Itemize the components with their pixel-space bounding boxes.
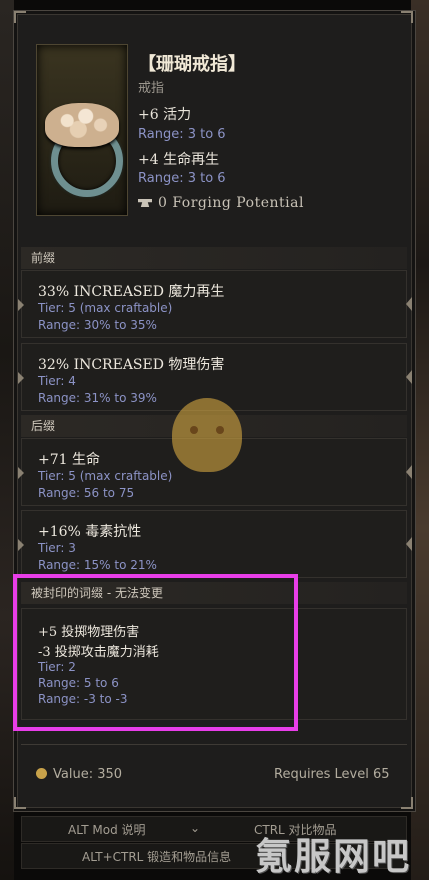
item-type: 戒指	[138, 81, 165, 96]
affix-range: Range: 56 to 75	[38, 486, 135, 500]
affix-tier: Tier: 4	[38, 374, 76, 388]
item-value-text: Value: 350	[53, 767, 123, 782]
mascot-watermark	[172, 398, 242, 472]
affix-marker-icon	[406, 465, 412, 479]
coral-gem	[45, 103, 119, 147]
affix-marker-icon	[18, 299, 24, 311]
hint-alt-ctrl: ALT+CTRL 锻造和物品信息	[82, 850, 232, 864]
mascot-eye	[216, 426, 224, 434]
item-name: 【珊瑚戒指】	[138, 54, 246, 75]
background-left	[0, 0, 14, 880]
item-value: Value: 350	[36, 767, 122, 782]
prefix-header: 前缀	[21, 247, 407, 269]
level-requirement: Requires Level 65	[274, 767, 390, 782]
affix-marker-icon	[406, 537, 412, 551]
item-image-frame	[36, 44, 128, 216]
divider	[21, 744, 407, 745]
chevron-down-icon: ⌄	[190, 821, 201, 835]
highlight-box	[13, 574, 298, 731]
affix-text: 32% INCREASED 物理伤害	[38, 357, 225, 373]
affix-marker-icon	[18, 467, 24, 479]
affix-range: Range: 30% to 35%	[38, 318, 157, 332]
anvil-icon	[138, 199, 152, 207]
affix-text: 33% INCREASED 魔力再生	[38, 284, 225, 300]
corner-ornament	[401, 797, 413, 809]
affix-marker-icon	[406, 297, 412, 311]
affix-marker-icon	[18, 372, 24, 384]
implicit-stat: +6 活力	[138, 107, 192, 123]
corner-ornament	[14, 797, 26, 809]
affix-range: Range: 15% to 21%	[38, 558, 157, 572]
forging-potential: 0 Forging Potential	[138, 195, 304, 211]
affix-row[interactable]: +16% 毒素抗性 Tier: 3 Range: 15% to 21%	[18, 510, 412, 578]
affix-marker-icon	[18, 539, 24, 551]
coin-icon	[36, 768, 47, 779]
forging-potential-text: 0 Forging Potential	[158, 195, 304, 211]
corner-ornament	[401, 11, 413, 23]
mascot-eye	[190, 426, 198, 434]
affix-text: +16% 毒素抗性	[38, 524, 142, 540]
affix-tier: Tier: 5 (max craftable)	[38, 301, 173, 315]
affix-text: +71 生命	[38, 452, 100, 468]
affix-tier: Tier: 5 (max craftable)	[38, 469, 173, 483]
affix-marker-icon	[406, 370, 412, 384]
hint-alt: ALT Mod 说明	[68, 823, 146, 837]
implicit-range: Range: 3 to 6	[138, 171, 226, 186]
site-watermark: 氪服网吧	[255, 835, 411, 878]
affix-range: Range: 31% to 39%	[38, 391, 157, 405]
implicit-stat: +4 生命再生	[138, 152, 220, 168]
corner-ornament	[14, 11, 26, 23]
implicit-range: Range: 3 to 6	[138, 127, 226, 142]
affix-tier: Tier: 3	[38, 541, 76, 555]
affix-row[interactable]: 33% INCREASED 魔力再生 Tier: 5 (max craftabl…	[18, 270, 412, 338]
